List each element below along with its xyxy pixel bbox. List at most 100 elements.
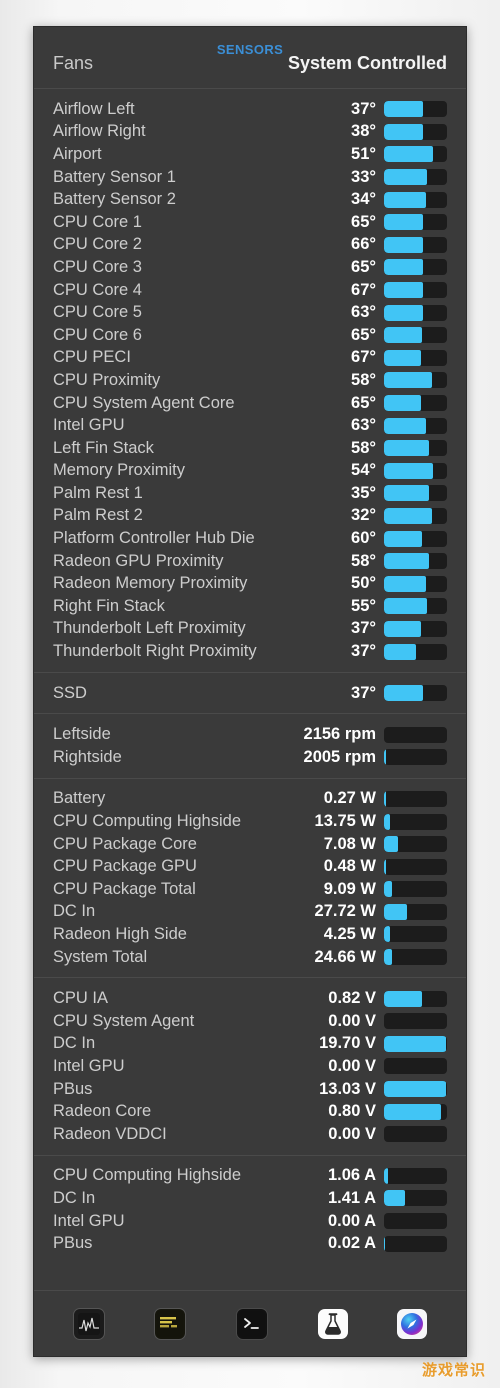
sensor-bar <box>384 462 447 479</box>
sensor-row[interactable]: Airflow Left 37° <box>34 98 466 121</box>
sensor-row[interactable]: Rightside 2005 rpm <box>34 746 466 769</box>
flask-app-icon[interactable] <box>317 1308 348 1339</box>
sensor-label: Battery Sensor 1 <box>53 167 176 186</box>
sensor-value: 38° <box>351 122 376 141</box>
sensor-row[interactable]: DC In 19.70 V <box>34 1033 466 1056</box>
sensor-value: 37° <box>351 99 376 118</box>
sensor-bar <box>384 282 447 299</box>
page-title: SENSORS <box>216 42 284 57</box>
sensor-row[interactable]: DC In 1.41 A <box>34 1187 466 1210</box>
sensor-row[interactable]: CPU Core 3 65° <box>34 256 466 279</box>
sensor-bar <box>384 1235 447 1252</box>
sensor-row[interactable]: Left Fin Stack 58° <box>34 437 466 460</box>
screen: SENSORS Fans System Controlled Airflow L… <box>0 0 500 1388</box>
sensor-row[interactable]: Radeon GPU Proximity 58° <box>34 550 466 573</box>
sensor-value: 60° <box>351 529 376 548</box>
activity-monitor-icon[interactable] <box>72 1307 105 1340</box>
sensor-row[interactable]: Radeon VDDCI 0.00 V <box>34 1123 466 1146</box>
sensor-row[interactable]: Leftside 2156 rpm <box>34 723 466 746</box>
sensor-bar-fill <box>384 191 426 208</box>
sensor-row[interactable]: SSD 37° <box>34 682 466 705</box>
sensor-bar <box>384 858 447 875</box>
sensor-row[interactable]: CPU Package GPU 0.48 W <box>34 855 466 878</box>
sensor-row[interactable]: Intel GPU 0.00 A <box>34 1210 466 1233</box>
sensor-row[interactable]: CPU Core 1 65° <box>34 211 466 234</box>
sensor-row[interactable]: Airflow Right 38° <box>34 121 466 144</box>
sensor-row[interactable]: CPU Computing Highside 1.06 A <box>34 1165 466 1188</box>
sensor-bar <box>384 191 447 208</box>
sensors-panel: SENSORS Fans System Controlled Airflow L… <box>33 26 467 1357</box>
sensor-bar <box>384 417 447 434</box>
sensor-row[interactable]: CPU PECI 67° <box>34 347 466 370</box>
sensor-section-fan-speeds: Leftside 2156 rpm Rightside 2005 rpm <box>34 714 466 779</box>
sensor-row[interactable]: Radeon Memory Proximity 50° <box>34 572 466 595</box>
sensor-value: 0.82 V <box>328 989 376 1008</box>
sensor-value: 63° <box>351 303 376 322</box>
sensor-row[interactable]: Palm Rest 1 35° <box>34 482 466 505</box>
sensor-label: Battery <box>53 789 106 808</box>
sensor-row[interactable]: Battery 0.27 W <box>34 788 466 811</box>
sensor-row[interactable]: CPU System Agent Core 65° <box>34 392 466 415</box>
sensor-label: CPU Core 3 <box>53 257 142 276</box>
sensor-row[interactable]: CPU IA 0.82 V <box>34 987 466 1010</box>
sensor-row[interactable]: CPU Core 4 67° <box>34 279 466 302</box>
sensor-row[interactable]: Thunderbolt Right Proximity 37° <box>34 640 466 663</box>
sensor-value: 7.08 W <box>323 834 376 853</box>
sensor-row[interactable]: Memory Proximity 54° <box>34 460 466 483</box>
sensor-label: CPU Package GPU <box>53 857 197 876</box>
sensor-row[interactable]: CPU Proximity 58° <box>34 369 466 392</box>
sensor-row[interactable]: Radeon High Side 4.25 W <box>34 923 466 946</box>
sensor-bar-fill <box>384 440 430 457</box>
sensor-row[interactable]: PBus 13.03 V <box>34 1078 466 1101</box>
sensor-row[interactable]: CPU Core 2 66° <box>34 234 466 257</box>
sensor-value: 1.06 A <box>327 1166 376 1185</box>
sensor-row[interactable]: CPU Computing Highside 13.75 W <box>34 810 466 833</box>
sensor-row[interactable]: CPU Core 5 63° <box>34 301 466 324</box>
sensor-row[interactable]: Intel GPU 63° <box>34 414 466 437</box>
sensor-row[interactable]: Thunderbolt Left Proximity 37° <box>34 618 466 641</box>
sensor-bar <box>384 553 447 570</box>
warning-log-icon[interactable] <box>154 1307 187 1340</box>
fans-mode-value[interactable]: System Controlled <box>288 53 447 74</box>
sensor-row[interactable]: Radeon Core 0.80 V <box>34 1100 466 1123</box>
sensor-row[interactable]: Palm Rest 2 32° <box>34 505 466 528</box>
sensor-row[interactable]: PBus 0.02 A <box>34 1232 466 1255</box>
sensor-row[interactable]: Right Fin Stack 55° <box>34 595 466 618</box>
sensor-label: CPU IA <box>53 989 109 1008</box>
sensor-value: 0.02 A <box>327 1234 376 1253</box>
sensor-bar-fill <box>384 685 424 702</box>
sensor-bar-fill <box>384 507 432 524</box>
sensor-bar-fill <box>384 1103 441 1120</box>
sensor-bar-fill <box>384 214 424 231</box>
sensor-row[interactable]: CPU Package Total 9.09 W <box>34 878 466 901</box>
sensor-value: 65° <box>351 257 376 276</box>
sensor-row[interactable]: Battery Sensor 1 33° <box>34 166 466 189</box>
sensor-bar <box>384 485 447 502</box>
sensor-row[interactable]: Intel GPU 0.00 V <box>34 1055 466 1078</box>
terminal-icon[interactable] <box>235 1307 268 1340</box>
sensor-bar <box>384 749 447 766</box>
sensor-bar <box>384 620 447 637</box>
sensor-bar-fill <box>384 1190 405 1207</box>
sensor-bar <box>384 726 447 743</box>
sensor-value: 54° <box>351 461 376 480</box>
sensor-bar-fill <box>384 1167 388 1184</box>
sensor-value: 13.03 V <box>319 1079 376 1098</box>
sensor-row[interactable]: System Total 24.66 W <box>34 946 466 969</box>
sensor-value: 67° <box>351 348 376 367</box>
sensor-row[interactable]: CPU Core 6 65° <box>34 324 466 347</box>
sensor-bar <box>384 236 447 253</box>
sensor-row[interactable]: Airport 51° <box>34 143 466 166</box>
sensor-row[interactable]: Battery Sensor 2 34° <box>34 188 466 211</box>
sensor-value: 0.00 A <box>327 1211 376 1230</box>
sensor-row[interactable]: CPU Package Core 7.08 W <box>34 833 466 856</box>
sensor-bar <box>384 685 447 702</box>
sensor-label: Rightside <box>53 747 122 766</box>
gauge-app-icon[interactable] <box>397 1308 428 1339</box>
sensor-row[interactable]: DC In 27.72 W <box>34 901 466 924</box>
sensor-row[interactable]: CPU System Agent 0.00 V <box>34 1010 466 1033</box>
sensor-section-currents: CPU Computing Highside 1.06 A DC In 1.41 A I… <box>34 1156 466 1264</box>
sensor-row[interactable]: Platform Controller Hub Die 60° <box>34 527 466 550</box>
sensor-value: 2005 rpm <box>303 747 376 766</box>
sensor-bar <box>384 1103 447 1120</box>
